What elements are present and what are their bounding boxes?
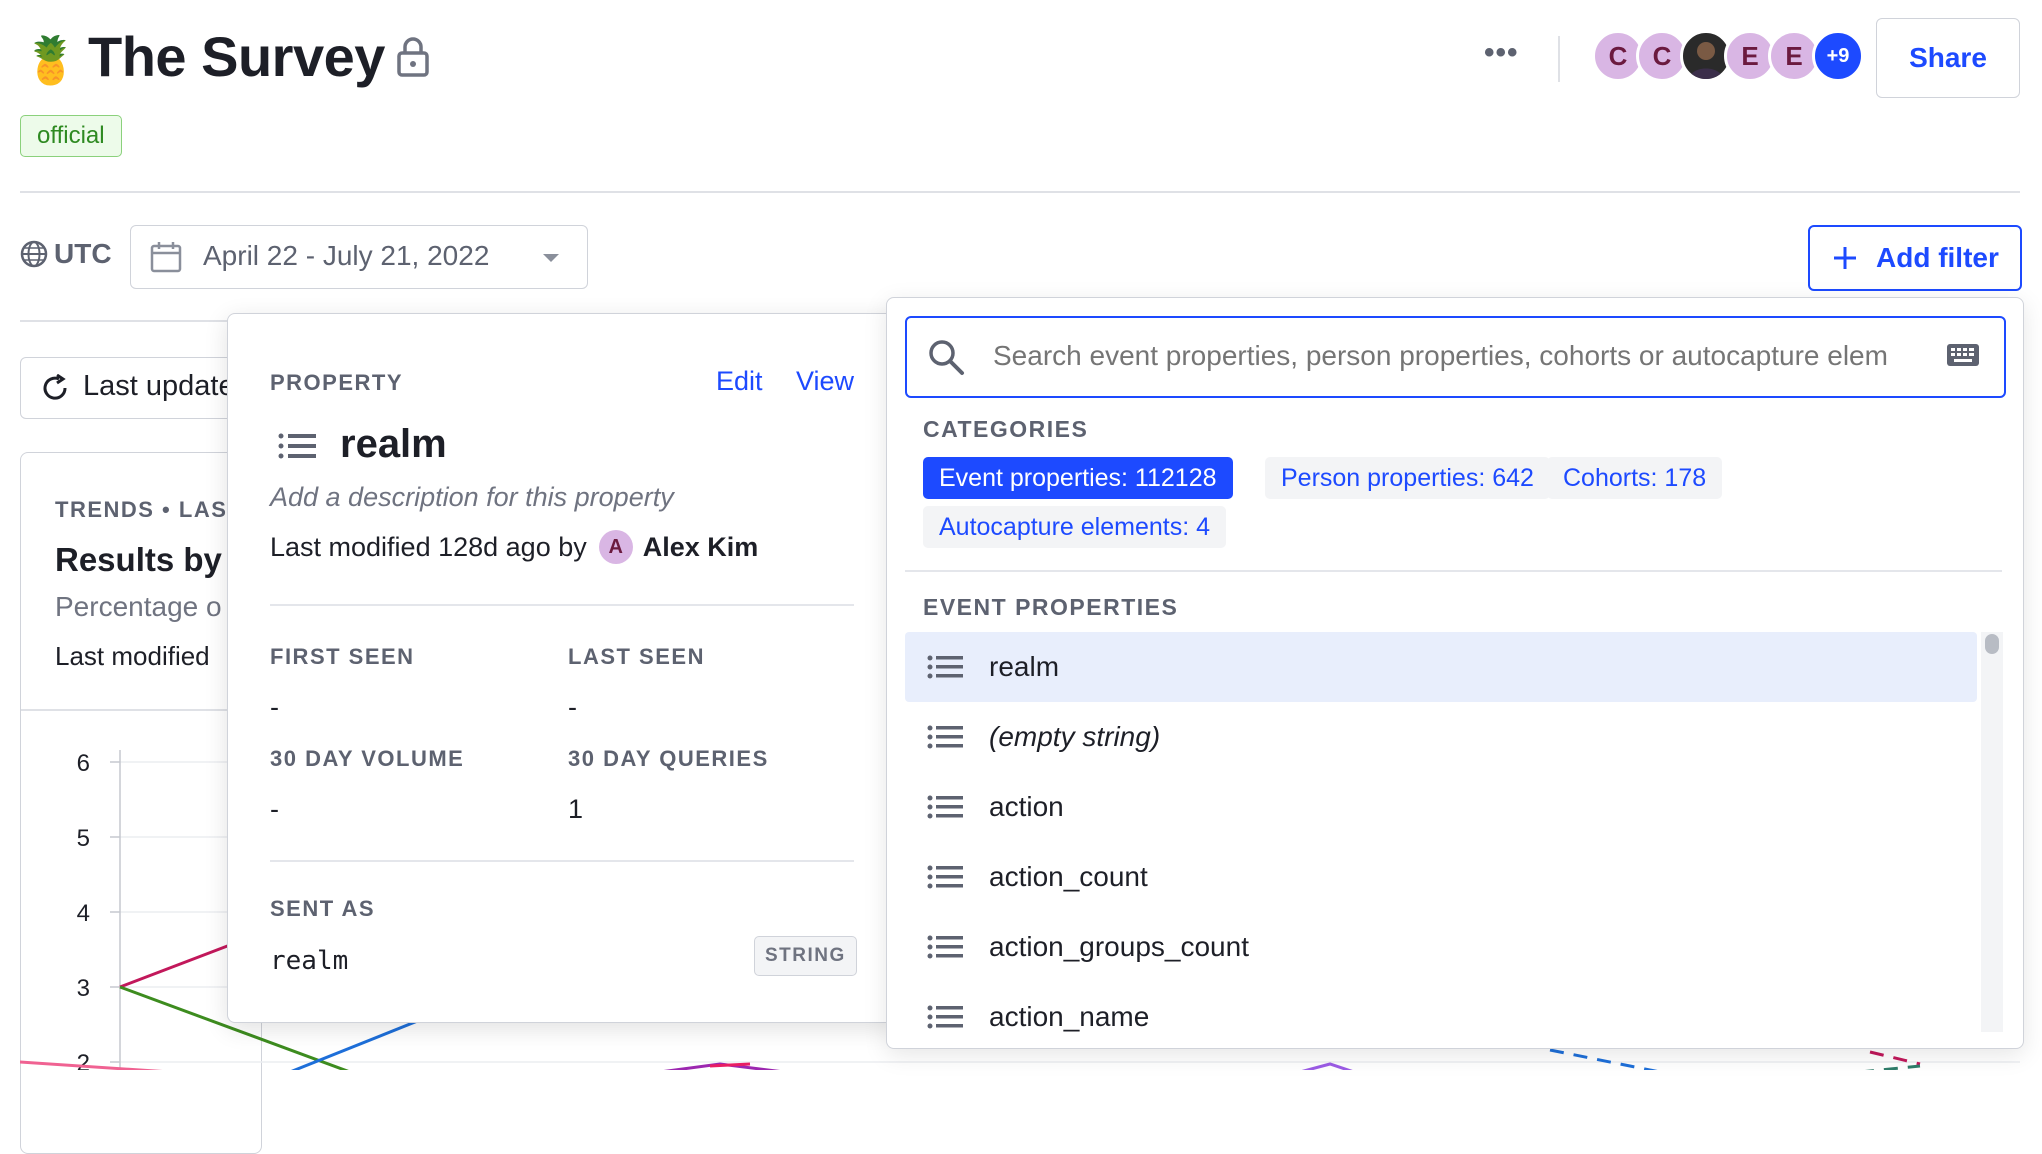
property-list-icon bbox=[927, 795, 963, 819]
insight-last-modified: Last modified bbox=[55, 641, 210, 671]
category-autocapture-elements[interactable]: Autocapture elements: 4 bbox=[923, 506, 1226, 548]
pineapple-emoji: 🍍 bbox=[22, 34, 80, 86]
keyboard-icon bbox=[1947, 344, 1979, 366]
queries-value: 1 bbox=[568, 794, 584, 824]
list-item-label: action_name bbox=[989, 1001, 1150, 1032]
y-tick-label: 3 bbox=[77, 975, 90, 1002]
first-seen-label: FIRST SEEN bbox=[270, 644, 415, 669]
insight-subtitle: TRENDS • LAST bbox=[55, 497, 243, 522]
categories-divider bbox=[905, 570, 2002, 572]
list-item-label: realm bbox=[989, 651, 1060, 682]
popover-divider bbox=[270, 860, 854, 862]
header-divider bbox=[1558, 36, 1560, 82]
property-list-icon bbox=[927, 1005, 963, 1029]
edit-link[interactable]: Edit bbox=[716, 366, 763, 397]
refresh-button[interactable]: Last updated bbox=[20, 357, 252, 419]
category-event-properties[interactable]: Event properties: 112128 bbox=[923, 457, 1233, 499]
more-menu-button[interactable]: ••• bbox=[1484, 36, 1519, 70]
last-seen-value: - bbox=[568, 692, 577, 722]
property-list-icon bbox=[927, 655, 963, 679]
y-tick-label: 6 bbox=[77, 750, 90, 777]
series-line bbox=[1301, 1062, 1353, 1070]
insight-title[interactable]: Results by d bbox=[55, 541, 251, 579]
list-item[interactable]: action_name bbox=[905, 982, 1977, 1032]
insight-description: Percentage o bbox=[55, 591, 222, 622]
chevron-down-icon bbox=[541, 252, 561, 264]
series-line bbox=[119, 943, 231, 989]
list-item-label: action bbox=[989, 791, 1064, 822]
property-description[interactable]: Add a description for this property bbox=[270, 482, 674, 513]
series-line bbox=[20, 1060, 163, 1070]
list-item-label: action_count bbox=[989, 861, 1148, 892]
search-input[interactable] bbox=[991, 336, 1915, 376]
property-definition-popover: PROPERTY Edit View realm Add a descripti… bbox=[227, 313, 896, 1023]
sent-as-value: realm bbox=[270, 946, 349, 976]
categories-label: CATEGORIES bbox=[923, 416, 1089, 442]
refresh-label: Last updated bbox=[83, 370, 251, 402]
first-seen-value: - bbox=[270, 692, 279, 722]
list-item[interactable]: realm bbox=[905, 632, 1977, 702]
calendar-icon bbox=[149, 240, 183, 274]
list-item-label: action_groups_count bbox=[989, 931, 1249, 962]
search-icon bbox=[927, 338, 965, 376]
section-divider bbox=[20, 320, 230, 322]
globe-icon bbox=[20, 240, 48, 268]
add-filter-button[interactable]: Add filter bbox=[1808, 225, 2022, 291]
list-item[interactable]: action_groups_count bbox=[905, 912, 1977, 982]
property-list[interactable]: realm (empty string) action action_count… bbox=[887, 632, 2021, 1032]
series-line bbox=[1549, 1048, 1658, 1070]
list-item-label: (empty string) bbox=[989, 721, 1161, 752]
series-line bbox=[709, 1062, 751, 1068]
modified-text: Last modified 128d ago by bbox=[270, 531, 587, 562]
timezone-label: UTC bbox=[20, 238, 112, 270]
property-list-icon bbox=[278, 432, 316, 460]
date-range-label: April 22 - July 21, 2022 bbox=[203, 240, 490, 271]
page-title[interactable]: The Survey bbox=[88, 24, 385, 89]
author-avatar: A bbox=[598, 530, 633, 564]
card-divider bbox=[21, 709, 261, 711]
lock-icon bbox=[396, 36, 430, 78]
view-link[interactable]: View bbox=[796, 366, 854, 397]
date-range-picker[interactable]: April 22 - July 21, 2022 bbox=[130, 225, 588, 289]
list-item[interactable]: (empty string) bbox=[905, 702, 1977, 772]
volume-value: - bbox=[270, 794, 279, 824]
y-tick-label: 4 bbox=[77, 900, 90, 927]
official-badge: official bbox=[20, 115, 122, 157]
scrollbar-thumb[interactable] bbox=[1985, 634, 1999, 654]
y-tick-label: 5 bbox=[77, 825, 90, 852]
taxonomic-filter-popover: CATEGORIES Event properties: 112128 Pers… bbox=[886, 297, 2024, 1049]
list-scrollbar[interactable] bbox=[1981, 632, 2003, 1032]
add-filter-label: Add filter bbox=[1876, 242, 1999, 273]
author-name: Alex Kim bbox=[642, 531, 759, 562]
section-label-event-properties: EVENT PROPERTIES bbox=[923, 594, 1179, 620]
volume-label: 30 DAY VOLUME bbox=[270, 746, 465, 771]
timezone-text: UTC bbox=[54, 238, 112, 269]
popover-divider bbox=[270, 604, 854, 606]
search-field[interactable] bbox=[905, 316, 2006, 398]
refresh-icon bbox=[41, 374, 69, 402]
category-cohorts[interactable]: Cohorts: 178 bbox=[1547, 457, 1723, 499]
type-badge: STRING bbox=[754, 936, 857, 976]
share-button[interactable]: Share bbox=[1876, 18, 2020, 98]
plus-icon bbox=[1832, 245, 1858, 271]
property-last-modified: Last modified 128d ago by A Alex Kim bbox=[270, 530, 758, 564]
property-name: realm bbox=[340, 422, 447, 466]
property-list-icon bbox=[927, 725, 963, 749]
property-list-icon bbox=[927, 865, 963, 889]
avatar-more-count: +9 bbox=[1812, 30, 1864, 82]
header-divider-line bbox=[20, 191, 2020, 193]
list-item[interactable]: action bbox=[905, 772, 1977, 842]
sent-as-label: SENT AS bbox=[270, 896, 376, 921]
queries-label: 30 DAY QUERIES bbox=[568, 746, 769, 771]
series-line bbox=[1864, 1064, 1921, 1070]
list-item[interactable]: action_count bbox=[905, 842, 1977, 912]
category-person-properties[interactable]: Person properties: 642 bbox=[1265, 457, 1550, 499]
property-section-label: PROPERTY bbox=[270, 370, 404, 395]
last-seen-label: LAST SEEN bbox=[568, 644, 705, 669]
property-list-icon bbox=[927, 935, 963, 959]
